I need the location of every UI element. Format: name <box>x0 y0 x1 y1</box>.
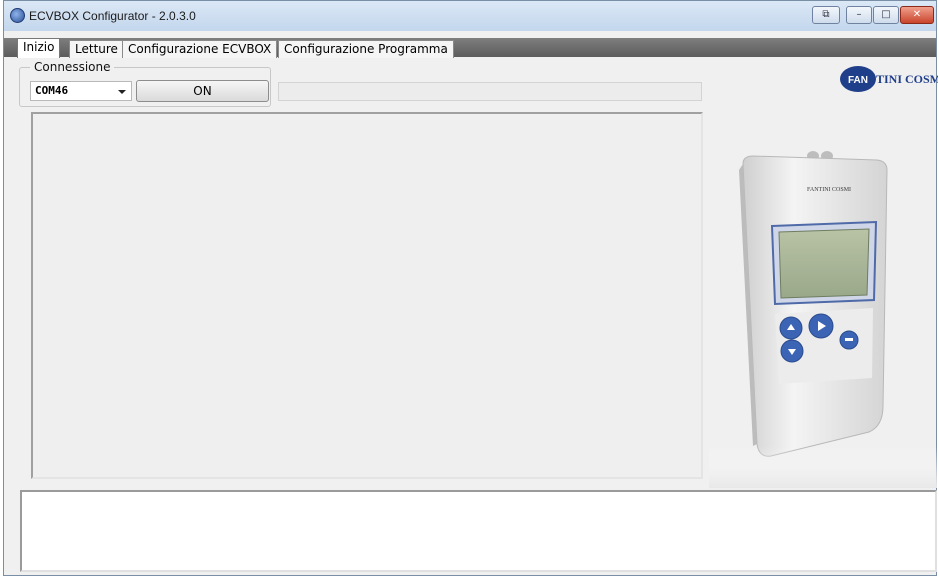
tab-configurazione-programma[interactable]: Configurazione Programma <box>278 40 454 58</box>
tab-inizio[interactable]: Inizio <box>17 38 61 58</box>
close-icon: ✕ <box>912 9 922 20</box>
fantini-cosmi-logo: FAN TINI COSMI <box>840 66 938 92</box>
com-port-select[interactable]: COM46 <box>30 81 132 101</box>
com-port-value: COM46 <box>35 84 69 97</box>
main-content-panel <box>31 112 703 479</box>
on-button[interactable]: ON <box>136 80 269 102</box>
minimize-icon: – <box>856 9 862 20</box>
app-window: ECVBOX Configurator - 2.0.3.0 ⧉ – □ ✕ In… <box>3 0 938 576</box>
restore-icon: ⧉ <box>822 9 830 20</box>
minimize-button[interactable]: – <box>846 6 872 24</box>
chevron-down-icon <box>118 90 126 94</box>
tab-letture[interactable]: Letture <box>69 40 124 58</box>
close-button[interactable]: ✕ <box>900 6 934 24</box>
device-brand-label: FANTINI COSMI <box>807 187 851 193</box>
maximize-icon: □ <box>881 9 891 20</box>
tab-configurazione-ecvbox[interactable]: Configurazione ECVBOX <box>122 40 278 58</box>
restore-button[interactable]: ⧉ <box>812 6 840 24</box>
log-output-panel[interactable] <box>20 490 937 572</box>
svg-text:TINI COSMI: TINI COSMI <box>876 72 938 86</box>
app-logo-icon <box>10 8 25 23</box>
connection-status-field <box>278 82 702 101</box>
ecvbox-device-image: FANTINI COSMI <box>709 151 937 488</box>
window-title: ECVBOX Configurator - 2.0.3.0 <box>29 9 196 23</box>
connection-group-label: Connessione <box>30 60 115 74</box>
svg-text:FAN: FAN <box>848 75 868 86</box>
maximize-button[interactable]: □ <box>873 6 899 24</box>
title-bar[interactable]: ECVBOX Configurator - 2.0.3.0 ⧉ – □ ✕ <box>4 1 936 31</box>
